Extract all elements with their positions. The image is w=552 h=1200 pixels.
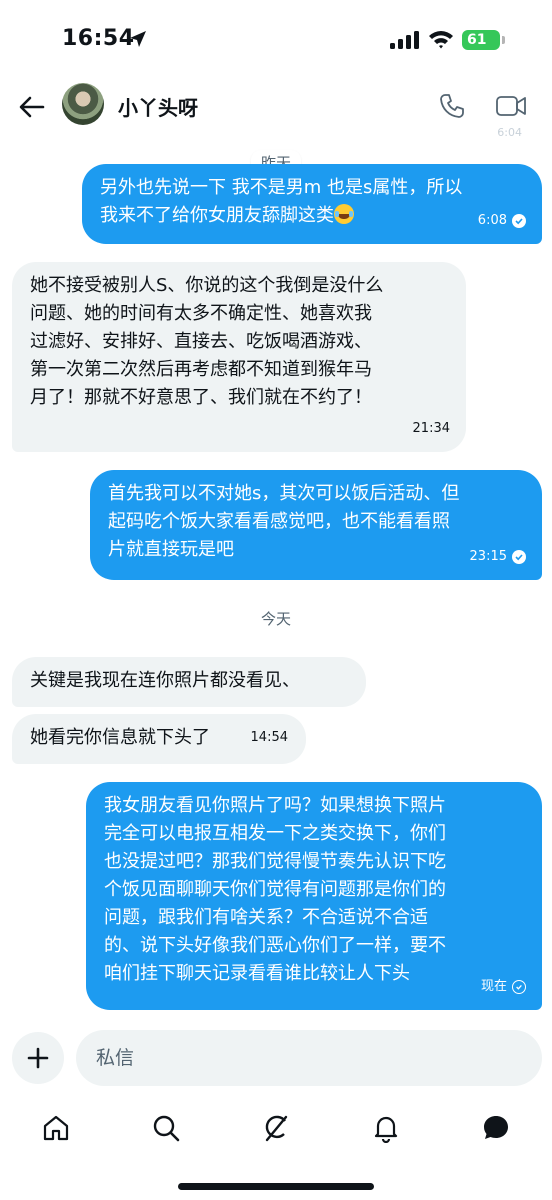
plus-icon <box>27 1047 49 1069</box>
add-media-button[interactable] <box>12 1032 64 1084</box>
read-check-icon <box>512 550 526 564</box>
home-indicator <box>178 1183 374 1190</box>
bottom-navigation <box>0 1100 552 1160</box>
message-text: 她看完你信息就下头了 <box>30 727 210 748</box>
nav-search[interactable] <box>148 1110 184 1146</box>
message-text: 关键是我现在连你照片都没看见、 <box>30 670 300 691</box>
message-bubble-incoming[interactable]: 她不接受被别人S、你说的这个我倒是没什么 问题、她的时间有太多不确定性、她喜欢我… <box>12 262 466 452</box>
message-bubble-outgoing[interactable]: 另外也先说一下 我不是男m 也是s属性，所以 我来不了给你女朋友舔脚这类 6:0… <box>82 164 542 244</box>
message-time: 6:08 <box>477 213 507 228</box>
nav-notifications[interactable] <box>368 1110 404 1146</box>
message-meta: 6:08 <box>478 207 526 235</box>
grok-icon <box>265 1115 288 1142</box>
battery-icon: 61 <box>462 30 500 50</box>
back-button[interactable] <box>18 93 46 121</box>
nav-home[interactable] <box>38 1110 74 1146</box>
messages-icon <box>484 1116 508 1139</box>
nav-grok[interactable] <box>258 1110 294 1146</box>
message-text: 她不接受被别人S、你说的这个我倒是没什么 问题、她的时间有太多不确定性、她喜欢我… <box>30 275 384 408</box>
message-text: 另外也先说一下 我不是男m 也是s属性，所以 我来不了给你女朋友舔脚这类 <box>100 177 463 226</box>
message-text: 我女朋友看见你照片了吗？如果想换下照片 完全可以电报互相发一下之类交换下，你们 … <box>104 795 446 984</box>
message-text: 首先我可以不对她s，其次可以饭后活动、但 起码吃个饭大家看看感觉吧，也不能看看照… <box>108 483 460 560</box>
notifications-icon <box>374 1116 398 1143</box>
message-meta: 现在 <box>481 973 526 1001</box>
cellular-signal-icon <box>390 31 419 49</box>
nav-messages[interactable] <box>478 1110 514 1146</box>
read-check-icon <box>512 214 526 228</box>
search-icon <box>153 1115 180 1142</box>
status-time: 16:54 <box>62 26 135 51</box>
location-arrow-icon <box>130 31 146 47</box>
message-meta: 23:15 <box>470 543 526 571</box>
video-call-button[interactable] <box>495 93 527 119</box>
date-separator-today: 今天 <box>0 608 552 629</box>
message-input[interactable] <box>76 1030 542 1086</box>
message-time: 21:34 <box>412 421 450 436</box>
sent-check-icon <box>512 980 526 994</box>
joy-emoji-icon <box>334 204 354 224</box>
home-icon <box>43 1115 69 1141</box>
truncated-timestamp: 6:04 <box>497 126 522 139</box>
avatar[interactable] <box>62 83 104 125</box>
message-meta: 21:34 <box>413 415 450 443</box>
conversation-header: 小丫头呀 <box>0 80 552 132</box>
message-time: 23:15 <box>469 549 507 564</box>
message-time: 14:54 <box>250 730 288 745</box>
contact-name[interactable]: 小丫头呀 <box>118 92 198 121</box>
battery-tip <box>502 36 505 44</box>
wifi-icon <box>429 31 453 49</box>
message-bubble-incoming[interactable]: 她看完你信息就下头了 14:54 <box>12 714 306 764</box>
message-bubble-outgoing[interactable]: 我女朋友看见你照片了吗？如果想换下照片 完全可以电报互相发一下之类交换下，你们 … <box>86 782 542 1010</box>
date-label: 今天 <box>260 610 291 628</box>
call-button[interactable] <box>438 92 466 120</box>
message-bubble-outgoing[interactable]: 首先我可以不对她s，其次可以饭后活动、但 起码吃个饭大家看看感觉吧，也不能看看照… <box>90 470 542 580</box>
message-time: 现在 <box>480 979 507 994</box>
message-bubble-incoming[interactable]: 关键是我现在连你照片都没看见、 <box>12 657 366 707</box>
message-composer <box>0 1028 552 1088</box>
message-meta: 14:54 <box>251 724 288 752</box>
status-bar: 16:54 61 <box>0 0 552 80</box>
back-arrow-icon <box>19 96 45 118</box>
